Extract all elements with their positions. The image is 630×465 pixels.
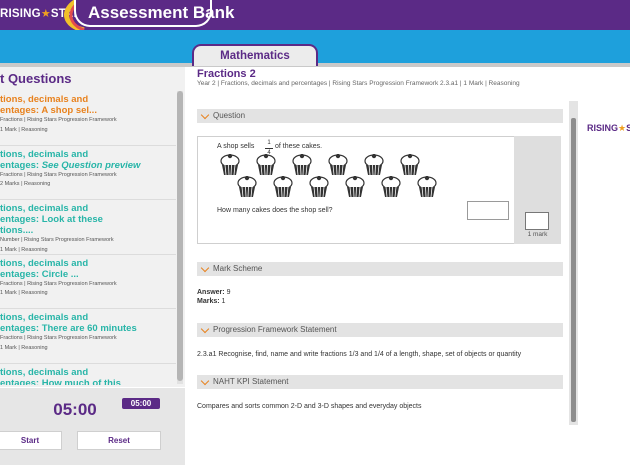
question-list-item[interactable]: tions, decimals and entages: A shop sel..… — [0, 91, 176, 146]
chevron-down-icon — [200, 324, 210, 334]
scrollbar-thumb[interactable] — [571, 118, 576, 422]
question-list-item[interactable]: tions, decimals and entages: See Question… — [0, 146, 176, 200]
question-text-end: of these cakes. — [275, 143, 323, 150]
chevron-down-icon — [200, 263, 210, 273]
question-breadcrumb: Year 2 | Fractions, decimals and percent… — [197, 80, 520, 87]
question-meta: 1 Mark | Reasoning — [0, 246, 48, 253]
question-title-line: tions, decimals and — [0, 257, 89, 269]
logo-text: RISING — [587, 123, 619, 133]
question-title-line: entages: Look at these — [0, 214, 103, 225]
cupcake-icon — [309, 175, 329, 198]
cupcake-icon — [328, 153, 348, 176]
cupcake-icon — [273, 175, 293, 198]
cupcake-icon — [381, 175, 401, 198]
framework-section-header[interactable]: Progression Framework Statement — [197, 323, 563, 337]
question-meta: Fractions | Rising Stars Progression Fra… — [0, 280, 117, 287]
question-list[interactable]: tions, decimals and entages: A shop sel..… — [0, 91, 176, 385]
question-list-item[interactable]: tions, decimals and entages: There are 60… — [0, 309, 176, 364]
question-title-line: tions, decimals and — [0, 312, 89, 323]
question-title-text: entages: — [0, 159, 42, 171]
tab-mathematics[interactable]: Mathematics — [192, 44, 318, 66]
answer-label: Answer: — [197, 289, 225, 296]
cupcake-icon — [292, 153, 312, 176]
cupcake-icon — [345, 175, 365, 198]
question-meta: 1 Mark | Reasoning — [0, 344, 48, 351]
scrollbar-thumb[interactable] — [177, 91, 183, 381]
question-meta: 2 Marks | Reasoning — [0, 181, 51, 187]
section-label: Question — [213, 111, 246, 120]
kpi-section-header[interactable]: NAHT KPI Statement — [197, 375, 563, 389]
question-meta: Fractions | Rising Stars Progression Fra… — [0, 171, 117, 178]
question-meta: Number | Rising Stars Progression Framew… — [0, 237, 114, 243]
question-title-line: tions, decimals and — [0, 148, 89, 160]
star-icon: ★ — [618, 123, 627, 133]
marks-value: 1 — [221, 298, 226, 305]
tab-label: Mathematics — [220, 50, 290, 62]
question-title-line: tions, decimals and — [0, 203, 89, 214]
question-list-title: t Questions — [0, 71, 72, 86]
cupcake-icon — [220, 153, 240, 176]
mark-box — [525, 212, 549, 230]
mark-scheme-section-header[interactable]: Mark Scheme — [197, 262, 563, 276]
cupcake-icon — [417, 175, 437, 198]
question-title-line: tions, decimals and — [0, 94, 89, 105]
question-meta: Fractions | Rising Stars Progression Fra… — [0, 117, 117, 123]
star-icon: ★ — [40, 8, 51, 20]
question-title-line: entages: See Question preview — [0, 160, 176, 171]
chevron-down-icon — [200, 376, 210, 386]
kpi-statement: Compares and sorts common 2-D and 3-D sh… — [197, 403, 422, 410]
question-list-item[interactable]: tions, decimals and entages: Look at thes… — [0, 200, 176, 255]
timer-display: 05:00 — [53, 400, 97, 419]
question-title-line: entages: A shop sel... — [0, 105, 97, 116]
chevron-down-icon — [200, 110, 210, 120]
answer-line: Answer: 9 — [197, 289, 230, 296]
question-title-line: entages: There are 60 minutes — [0, 323, 137, 334]
cupcake-icon — [256, 153, 276, 176]
marks-line: Marks: 1 — [197, 298, 225, 305]
cupcake-icon — [237, 175, 257, 198]
marks-label: Marks: — [197, 298, 220, 305]
brand-text-1: RISING — [0, 8, 41, 20]
section-label: NAHT KPI Statement — [213, 377, 289, 386]
section-label: Progression Framework Statement — [213, 325, 337, 334]
question-list-item[interactable]: tions, decimals and entages: How much of … — [0, 364, 176, 386]
answer-value: 9 — [226, 289, 231, 296]
framework-statement: 2.3.a1 Recognise, find, name and write f… — [197, 351, 522, 358]
question-meta: 1 Mark | Reasoning — [0, 290, 48, 296]
section-label: Mark Scheme — [213, 264, 263, 273]
fraction-numerator: 1 — [267, 140, 271, 146]
question-list-item[interactable]: tions, decimals and entages: Circle ... Fr… — [0, 255, 176, 309]
cupcake-icon — [400, 153, 420, 176]
rising-stars-side-logo: RISING★S — [587, 123, 630, 134]
question-title-line: tions, decimals and — [0, 366, 89, 378]
start-button[interactable]: Start — [0, 431, 62, 450]
question-meta: 1 Mark | Reasoning — [0, 126, 48, 133]
logo-text: S — [626, 123, 630, 133]
question-title-line: entages: Circle ... — [0, 268, 79, 280]
question-title-line: entages: How much of this — [0, 377, 121, 386]
question-title: Fractions 2 — [197, 68, 256, 80]
preview-label: See Question preview — [41, 159, 141, 171]
question-prompt: How many cakes does the shop sell? — [217, 207, 333, 214]
answer-input[interactable] — [467, 201, 509, 220]
question-meta: Fractions | Rising Stars Progression Fra… — [0, 335, 117, 341]
question-section-header[interactable]: Question — [197, 109, 563, 123]
mark-label: 1 mark — [527, 231, 548, 238]
question-list-scrollbar[interactable] — [177, 91, 183, 384]
cupcake-icon — [364, 153, 384, 176]
question-text-start: A shop sells — [217, 143, 255, 150]
question-title-line: tions.... — [0, 225, 34, 236]
content-scrollbar[interactable] — [569, 101, 578, 425]
reset-button[interactable]: Reset — [77, 431, 161, 450]
app-title: Assessment Bank — [88, 3, 235, 22]
